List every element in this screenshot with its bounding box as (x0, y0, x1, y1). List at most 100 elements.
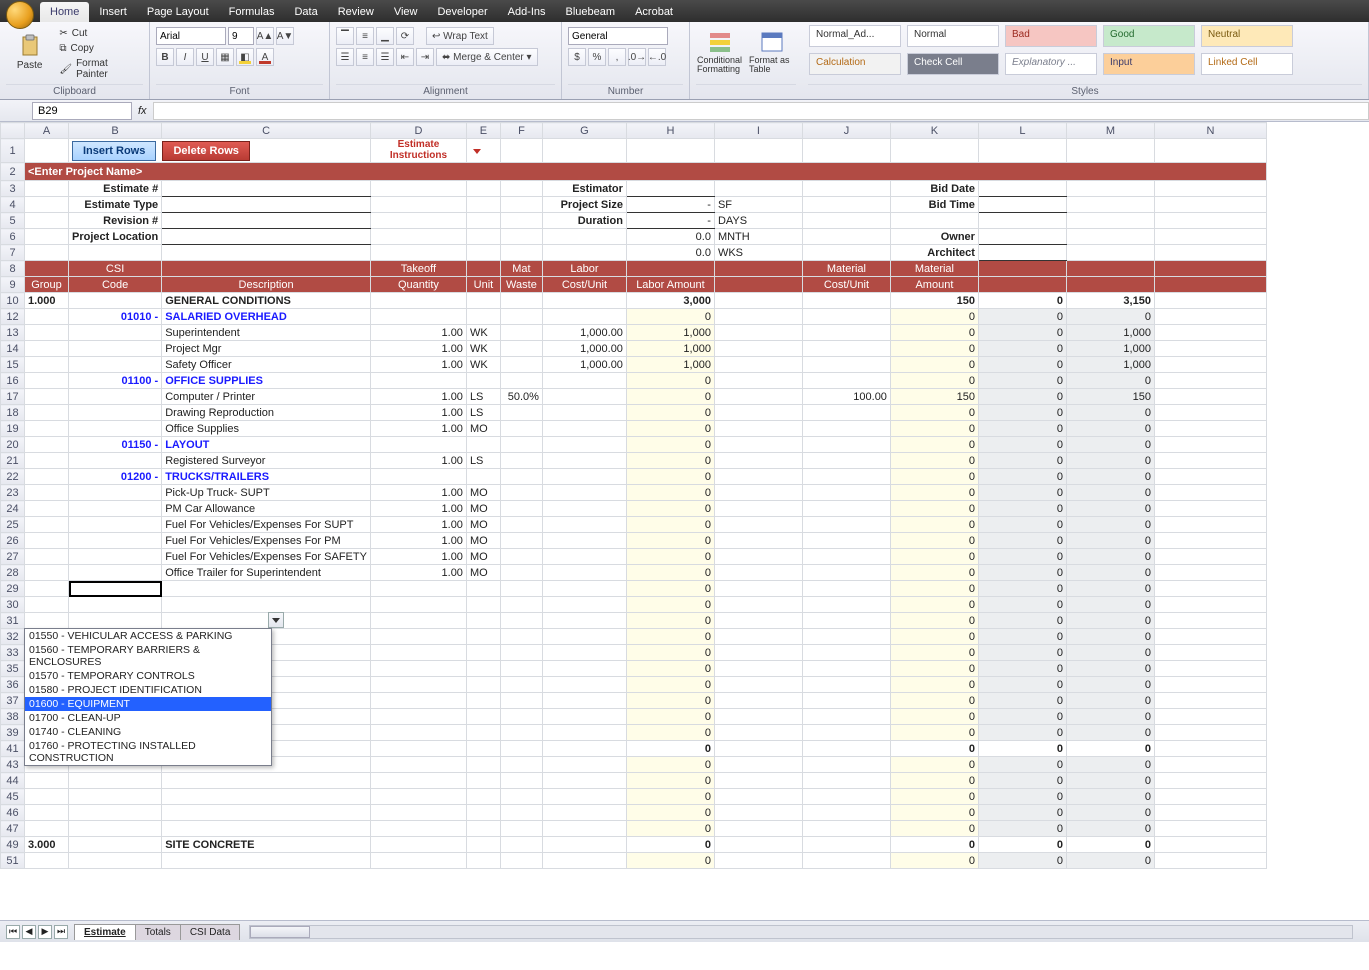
cell-K25[interactable]: 0 (890, 517, 978, 533)
cell-C7[interactable] (162, 245, 371, 261)
cell-L5[interactable] (978, 213, 1066, 229)
align-top-button[interactable]: ▔ (336, 27, 354, 45)
dropdown-item-2[interactable]: 01570 - TEMPORARY CONTROLS (25, 669, 271, 683)
cell-L8[interactable] (978, 261, 1066, 277)
row-header-32[interactable]: 32 (1, 629, 25, 645)
cell-K21[interactable]: 0 (890, 453, 978, 469)
format-as-table-button[interactable]: Format as Table (748, 24, 796, 80)
cell-E32[interactable] (466, 629, 500, 645)
cell-F28[interactable] (500, 565, 542, 581)
dropdown-item-1[interactable]: 01560 - TEMPORARY BARRIERS & ENCLOSURES (25, 643, 271, 669)
cell-G7[interactable] (542, 245, 626, 261)
cell-J47[interactable] (802, 821, 890, 837)
style-calculation[interactable]: Calculation (809, 53, 901, 75)
cell-H21[interactable]: 0 (626, 453, 714, 469)
cell-K45[interactable]: 0 (890, 789, 978, 805)
sheet-nav-prev[interactable]: ◀ (22, 925, 36, 939)
cell-A25[interactable] (25, 517, 69, 533)
cell-G27[interactable] (542, 549, 626, 565)
cell-J46[interactable] (802, 805, 890, 821)
cell-H15[interactable]: 1,000 (626, 357, 714, 373)
cell-F43[interactable] (500, 757, 542, 773)
row-header-22[interactable]: 22 (1, 469, 25, 485)
cell-L37[interactable]: 0 (978, 693, 1066, 709)
cell-E27[interactable]: MO (466, 549, 500, 565)
cell-F20[interactable] (500, 437, 542, 453)
cell-I3[interactable] (714, 181, 802, 197)
cell-I35[interactable] (714, 661, 802, 677)
align-middle-button[interactable]: ≡ (356, 27, 374, 45)
cell-B49[interactable] (69, 837, 162, 853)
cell-G22[interactable] (542, 469, 626, 485)
cell-K9[interactable]: Amount (890, 277, 978, 293)
cell-I18[interactable] (714, 405, 802, 421)
cell-K13[interactable]: 0 (890, 325, 978, 341)
row-header-14[interactable]: 14 (1, 341, 25, 357)
cell-A16[interactable] (25, 373, 69, 389)
cell-G24[interactable] (542, 501, 626, 517)
cell-E3[interactable] (466, 181, 500, 197)
formula-input[interactable] (153, 102, 1369, 120)
cell-M31[interactable]: 0 (1066, 613, 1154, 629)
cell-A51[interactable] (25, 853, 69, 869)
cell-J36[interactable] (802, 677, 890, 693)
cell-M14[interactable]: 1,000 (1066, 341, 1154, 357)
cell-G45[interactable] (542, 789, 626, 805)
cell-H20[interactable]: 0 (626, 437, 714, 453)
ribbon-tab-bluebeam[interactable]: Bluebeam (556, 2, 626, 22)
cell-F44[interactable] (500, 773, 542, 789)
cell-E13[interactable]: WK (466, 325, 500, 341)
cell-F32[interactable] (500, 629, 542, 645)
cell-C30[interactable] (162, 597, 371, 613)
cell-K49[interactable]: 0 (890, 837, 978, 853)
cell-D24[interactable]: 1.00 (370, 501, 466, 517)
cell-N25[interactable] (1154, 517, 1266, 533)
cell-F36[interactable] (500, 677, 542, 693)
cell-D45[interactable] (370, 789, 466, 805)
cell-M15[interactable]: 1,000 (1066, 357, 1154, 373)
cell-I22[interactable] (714, 469, 802, 485)
cell-G36[interactable] (542, 677, 626, 693)
cell-A10[interactable]: 1.000 (25, 293, 69, 309)
cell-G3[interactable]: Estimator (542, 181, 626, 197)
row-header-19[interactable]: 19 (1, 421, 25, 437)
inc-indent-button[interactable]: ⇥ (416, 48, 434, 66)
cell-M24[interactable]: 0 (1066, 501, 1154, 517)
fx-icon[interactable]: fx (138, 105, 147, 117)
number-format-select[interactable] (568, 27, 668, 45)
cell-L21[interactable]: 0 (978, 453, 1066, 469)
cell-E20[interactable] (466, 437, 500, 453)
cell-D3[interactable] (370, 181, 466, 197)
cell-D36[interactable] (370, 677, 466, 693)
cell-K44[interactable]: 0 (890, 773, 978, 789)
ribbon-tab-page-layout[interactable]: Page Layout (137, 2, 219, 22)
cell-F41[interactable] (500, 741, 542, 757)
cell-E46[interactable] (466, 805, 500, 821)
cell-F15[interactable] (500, 357, 542, 373)
cell-B24[interactable] (69, 501, 162, 517)
cell-M30[interactable]: 0 (1066, 597, 1154, 613)
row-header-21[interactable]: 21 (1, 453, 25, 469)
ribbon-tab-data[interactable]: Data (284, 2, 327, 22)
cell-G20[interactable] (542, 437, 626, 453)
cell-H16[interactable]: 0 (626, 373, 714, 389)
cell-I27[interactable] (714, 549, 802, 565)
cell-N19[interactable] (1154, 421, 1266, 437)
cell-L35[interactable]: 0 (978, 661, 1066, 677)
cell-I29[interactable] (714, 581, 802, 597)
cell-K6[interactable]: Owner (890, 229, 978, 245)
inc-decimal-button[interactable]: .0→ (628, 48, 646, 66)
cell-F23[interactable] (500, 485, 542, 501)
cell-I28[interactable] (714, 565, 802, 581)
cell-C26[interactable]: Fuel For Vehicles/Expenses For PM (162, 533, 371, 549)
cell-K31[interactable]: 0 (890, 613, 978, 629)
row-header-38[interactable]: 38 (1, 709, 25, 725)
cell-M43[interactable]: 0 (1066, 757, 1154, 773)
cell-B14[interactable] (69, 341, 162, 357)
cell-C6[interactable] (162, 229, 371, 245)
cell-A12[interactable] (25, 309, 69, 325)
cell-B6[interactable]: Project Location (69, 229, 162, 245)
cell-D44[interactable] (370, 773, 466, 789)
row-header-41[interactable]: 41 (1, 741, 25, 757)
cell-I51[interactable] (714, 853, 802, 869)
